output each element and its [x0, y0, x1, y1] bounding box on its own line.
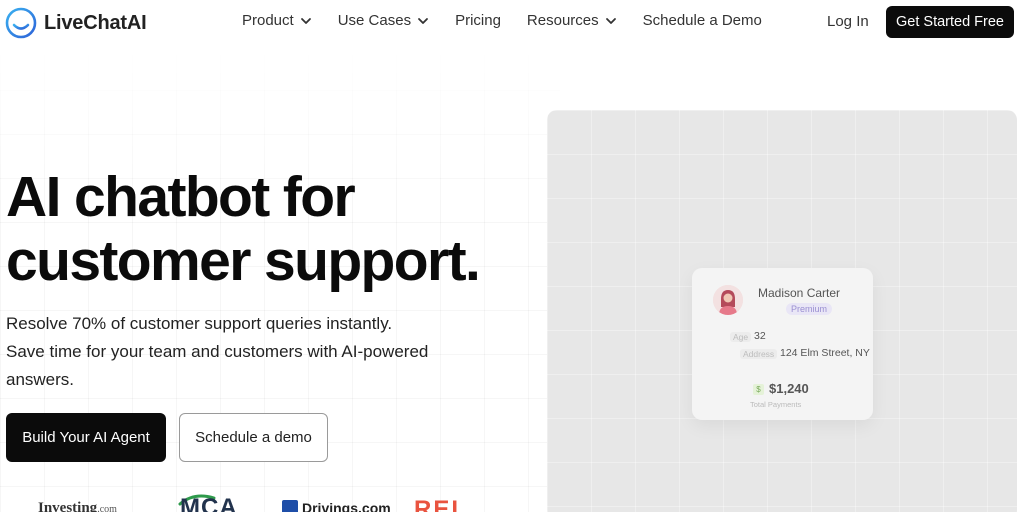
status-badge: Premium: [786, 303, 833, 315]
drivings-logo-text: Drivings.com: [302, 500, 391, 512]
chevron-down-icon: [300, 17, 311, 24]
nav-item-product[interactable]: Product: [242, 12, 312, 29]
age-value: 32: [754, 330, 766, 342]
nav-item-resources[interactable]: Resources: [527, 12, 617, 29]
age-label: Age: [730, 332, 752, 342]
rei-logo: REI: [414, 496, 461, 512]
get-started-button[interactable]: Get Started Free: [886, 6, 1014, 38]
top-navigation: LiveChatAI Product Use Cases Pricing Res…: [0, 0, 1024, 46]
customer-logos: Investing.com MCA Drivings.com REI: [0, 494, 560, 512]
nav-item-label: Use Cases: [337, 12, 412, 29]
investing-logo: Investing.com: [38, 500, 117, 512]
nav-item-label: Schedule a Demo: [642, 12, 762, 29]
hero-title: AI chatbot for customer support.: [6, 165, 546, 293]
nav-item-use-cases[interactable]: Use Cases: [338, 12, 429, 29]
nav-item-label: Pricing: [455, 12, 501, 29]
brand-logo[interactable]: LiveChatAI: [4, 6, 147, 40]
hero-title-line-2: customer support.: [6, 229, 481, 293]
login-link[interactable]: Log In: [827, 13, 869, 30]
brand-name: LiveChatAI: [44, 11, 147, 34]
avatar: [713, 285, 743, 315]
hero-subtitle-line-2: Save time for your team and customers wi…: [6, 342, 429, 389]
hero-subtitle-line-1: Resolve 70% of customer support queries …: [6, 314, 393, 333]
investing-logo-suffix: .com: [97, 504, 117, 512]
nav-item-pricing[interactable]: Pricing: [455, 12, 501, 29]
address-label: Address: [740, 349, 778, 359]
logo-smile-icon: [5, 7, 37, 39]
nav-links: Product Use Cases Pricing Resources Sche…: [242, 12, 788, 29]
customer-name: Madison Carter: [758, 286, 841, 300]
hero-title-line-1: AI chatbot for: [6, 165, 356, 229]
drivings-logo-mark-icon: [282, 500, 298, 512]
mca-logo: MCA: [180, 494, 238, 512]
money-icon: $: [753, 384, 764, 395]
avatar-person-icon: [713, 285, 743, 315]
nav-item-label: Product: [242, 12, 294, 29]
address-value: 124 Elm Street, NY: [780, 347, 870, 359]
hero-subtitle: Resolve 70% of customer support queries …: [6, 310, 466, 394]
total-payments-label: Total Payments: [750, 400, 802, 409]
chevron-down-icon: [605, 17, 616, 24]
drivings-logo: Drivings.com: [282, 500, 391, 512]
build-ai-agent-button[interactable]: Build Your AI Agent: [6, 413, 166, 462]
chevron-down-icon: [418, 17, 428, 24]
investing-logo-text: Investing: [38, 500, 98, 512]
schedule-demo-button[interactable]: Schedule a demo: [179, 413, 328, 462]
nav-item-schedule-demo[interactable]: Schedule a Demo: [643, 12, 762, 29]
customer-profile-card: Madison Carter Premium Age 32 Address 12…: [692, 268, 873, 420]
total-payments-value: $1,240: [769, 381, 809, 396]
nav-item-label: Resources: [526, 12, 599, 29]
